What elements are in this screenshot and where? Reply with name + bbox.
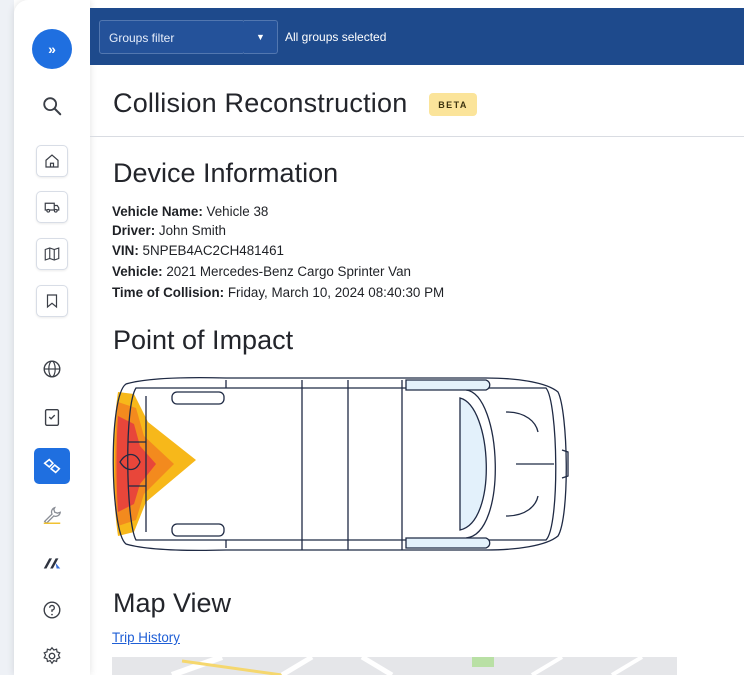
sidebar-item-home[interactable]: [34, 143, 70, 179]
settings-icon: [43, 646, 61, 665]
collision-time-label: Time of Collision:: [112, 285, 225, 300]
collision-icon: [43, 458, 61, 474]
vin-value: 5NPEB4AC2CH481461: [142, 243, 284, 258]
driver-row: Driver: John Smith: [112, 223, 226, 238]
vehicle-label: Vehicle:: [112, 264, 163, 279]
globe-icon: [43, 360, 61, 378]
search-button[interactable]: [34, 88, 70, 124]
vehicle-name-label: Vehicle Name:: [112, 204, 203, 219]
left-sidebar: »: [14, 0, 90, 675]
caret-down-icon: ▼: [256, 32, 265, 42]
sidebar-item-tasks[interactable]: [34, 399, 70, 435]
help-icon: [43, 601, 61, 619]
groups-status-text: All groups selected: [285, 30, 387, 44]
logo-icon: [43, 558, 61, 569]
sidebar-item-vehicles[interactable]: [34, 189, 70, 225]
device-info-title: Device Information: [113, 158, 339, 188]
vehicle-name-value: Vehicle 38: [206, 204, 269, 219]
map-preview[interactable]: [112, 657, 677, 675]
driver-label: Driver:: [112, 223, 156, 238]
map-tiles: [112, 657, 677, 675]
expand-sidebar-button[interactable]: »: [32, 29, 72, 69]
settings-button[interactable]: [34, 638, 70, 674]
collision-time-value: Friday, March 10, 2024 08:40:30 PM: [227, 285, 445, 300]
sidebar-item-saved[interactable]: [34, 283, 70, 319]
vin-label: VIN:: [112, 243, 139, 258]
sidebar-item-maintenance[interactable]: [34, 497, 70, 533]
impact-zone: [113, 392, 196, 536]
vehicle-name-row: Vehicle Name: Vehicle 38: [112, 204, 268, 219]
map-view-title: Map View: [113, 588, 232, 618]
sidebar-item-brand[interactable]: [34, 545, 70, 581]
driver-value: John Smith: [158, 223, 226, 238]
bookmark-icon: [46, 294, 58, 309]
point-of-impact-title: Point of Impact: [113, 325, 294, 355]
vehicle-value: 2021 Mercedes-Benz Cargo Sprinter Van: [166, 264, 411, 279]
page-title: Collision Reconstruction: [113, 88, 408, 118]
search-icon: [43, 97, 62, 116]
top-bar: Groups filter ▼ All groups selected: [90, 8, 744, 65]
sidebar-item-map[interactable]: [34, 236, 70, 272]
collision-time-row: Time of Collision: Friday, March 10, 202…: [112, 285, 444, 300]
groups-filter-input[interactable]: Groups filter: [99, 20, 245, 54]
home-icon: [45, 154, 59, 168]
truck-icon: [44, 202, 60, 213]
header-divider: [90, 136, 744, 137]
sidebar-item-collision[interactable]: [34, 448, 70, 484]
vin-row: VIN: 5NPEB4AC2CH481461: [112, 243, 284, 258]
beta-badge: BETA: [429, 93, 477, 116]
help-button[interactable]: [34, 592, 70, 628]
trip-history-link[interactable]: Trip History: [112, 630, 180, 645]
app-background: [0, 0, 14, 675]
clipboard-icon: [44, 408, 60, 426]
expand-icon: »: [48, 41, 56, 57]
vehicle-impact-diagram: [112, 377, 569, 551]
sidebar-item-globe[interactable]: [34, 351, 70, 387]
map-icon: [44, 247, 60, 261]
wrench-icon: [43, 506, 62, 525]
groups-filter-dropdown-button[interactable]: ▼: [244, 20, 278, 54]
vehicle-row: Vehicle: 2021 Mercedes-Benz Cargo Sprint…: [112, 264, 411, 279]
